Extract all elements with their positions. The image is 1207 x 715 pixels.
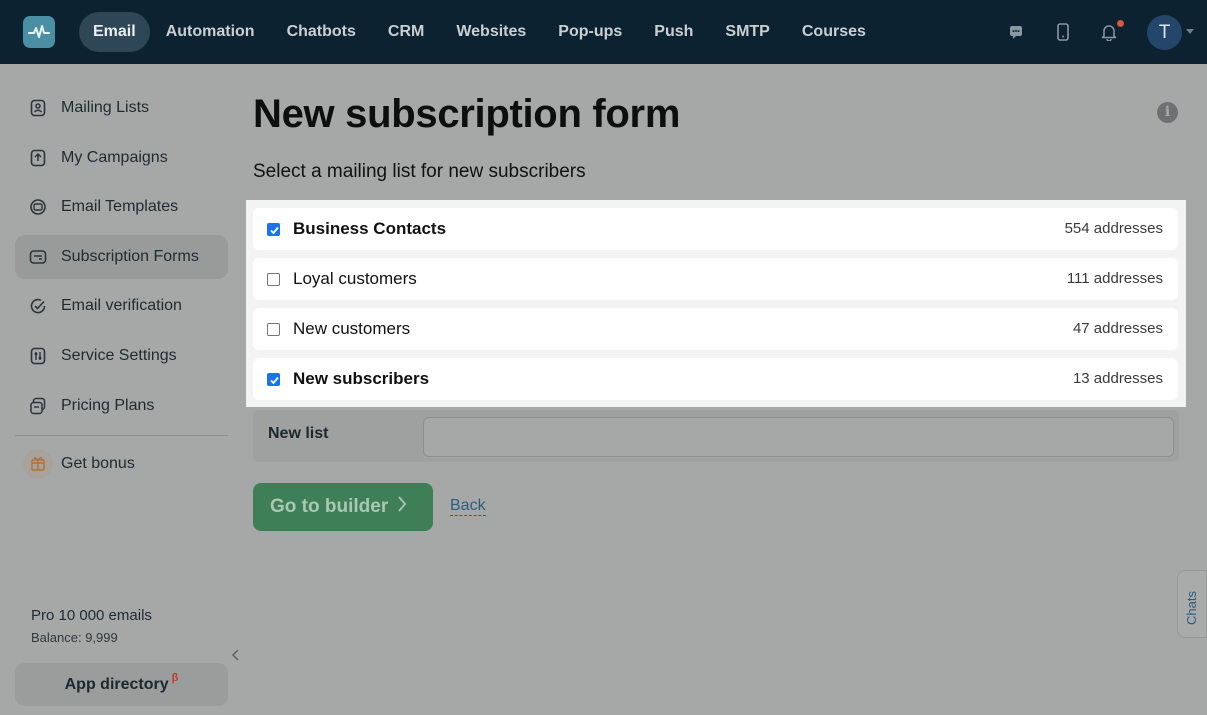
sidebar-item-email-verification[interactable]: Email verification: [15, 284, 228, 328]
gift-icon: [23, 449, 53, 479]
nav-automation[interactable]: Automation: [150, 12, 271, 52]
mailing-list-checkbox[interactable]: [267, 323, 280, 336]
sidebar-item-label: Email Templates: [61, 198, 179, 215]
mailing-list-name: New customers: [293, 319, 411, 338]
sidebar-item-label: Subscription Forms: [61, 248, 199, 265]
campaign-icon: [30, 149, 46, 167]
template-icon: [30, 199, 46, 215]
page-title: New subscription form: [253, 92, 681, 136]
beta-badge: β: [171, 672, 179, 684]
mailing-list-name: Loyal customers: [293, 269, 417, 288]
new-list-label: New list: [268, 425, 329, 442]
sidebar-item-label: Service Settings: [61, 347, 177, 364]
nav-courses[interactable]: Courses: [786, 12, 882, 52]
mailing-list-checkbox[interactable]: [267, 273, 280, 286]
sidebar-item-mailing-lists[interactable]: Mailing Lists: [15, 86, 228, 130]
info-icon[interactable]: i: [1157, 102, 1178, 123]
new-list-input[interactable]: [423, 417, 1174, 457]
app-directory-label: App directory: [64, 676, 169, 693]
sidebar-item-label: Get bonus: [61, 455, 135, 472]
mailing-list-count: 47 addresses: [1072, 320, 1163, 337]
main-nav: Email Automation Chatbots CRM Websites P…: [79, 12, 882, 52]
sidebar-divider: [15, 435, 228, 436]
notification-bell-icon[interactable]: [1099, 22, 1119, 42]
nav-chatbots[interactable]: Chatbots: [271, 12, 372, 52]
back-link[interactable]: Back: [450, 497, 486, 516]
collapse-sidebar-icon[interactable]: [231, 648, 241, 667]
mobile-phone-icon[interactable]: [1053, 22, 1073, 42]
mailing-list-row[interactable]: Business Contacts 554 addresses: [253, 208, 1178, 250]
mailing-list-count: 111 addresses: [1066, 270, 1163, 287]
pricing-icon: [30, 397, 46, 415]
nav-smtp[interactable]: SMTP: [709, 12, 785, 52]
mailing-list-selector: Business Contacts 554 addresses Loyal cu…: [246, 200, 1186, 407]
sidebar-item-label: Email verification: [61, 297, 182, 314]
sidebar-item-subscription-forms[interactable]: Subscription Forms: [15, 235, 228, 279]
go-to-builder-label: Go to builder: [270, 496, 389, 517]
go-to-builder-button[interactable]: Go to builder: [253, 483, 433, 531]
sidebar-item-label: My Campaigns: [61, 149, 168, 166]
nav-websites[interactable]: Websites: [440, 12, 542, 52]
verify-icon: [30, 298, 46, 314]
sidebar-item-label: Mailing Lists: [61, 99, 150, 116]
sidebar-item-email-templates[interactable]: Email Templates: [15, 185, 228, 229]
nav-popups[interactable]: Pop-ups: [542, 12, 638, 52]
form-icon: [29, 250, 47, 264]
mailing-list-row[interactable]: New customers 47 addresses: [253, 308, 1178, 350]
sidebar-item-get-bonus[interactable]: Get bonus: [15, 442, 228, 486]
new-list-row: New list: [253, 410, 1179, 462]
contacts-icon: [30, 99, 46, 117]
sidebar-item-my-campaigns[interactable]: My Campaigns: [15, 136, 228, 180]
mailing-list-count: 554 addresses: [1064, 220, 1163, 237]
chevron-down-icon[interactable]: [1186, 29, 1194, 34]
chevron-right-icon: [397, 495, 407, 519]
chat-bubble-icon[interactable]: [1006, 22, 1026, 42]
top-navigation-bar: Email Automation Chatbots CRM Websites P…: [0, 0, 1207, 64]
chats-tab-label: Chats: [1184, 591, 1199, 625]
sidebar-item-label: Pricing Plans: [61, 397, 155, 414]
mailing-list-row[interactable]: Loyal customers 111 addresses: [253, 258, 1178, 300]
mailing-list-row[interactable]: New subscribers 13 addresses: [253, 358, 1178, 400]
page-subtitle: Select a mailing list for new subscriber…: [253, 161, 586, 182]
nav-email[interactable]: Email: [79, 12, 150, 52]
sidebar: Mailing Lists My Campaigns Email Templat…: [0, 64, 240, 715]
mailing-list-name: Business Contacts: [293, 219, 447, 238]
sidebar-item-pricing-plans[interactable]: Pricing Plans: [15, 384, 228, 428]
user-avatar[interactable]: T: [1147, 15, 1182, 50]
mailing-list-checkbox[interactable]: [267, 223, 280, 236]
plan-balance: Balance: 9,999: [31, 630, 118, 645]
sidebar-item-service-settings[interactable]: Service Settings: [15, 334, 228, 378]
notification-badge: [1117, 20, 1124, 27]
app-directory-button[interactable]: App directory β: [15, 663, 228, 706]
settings-icon: [30, 347, 46, 365]
mailing-list-checkbox[interactable]: [267, 373, 280, 386]
nav-push[interactable]: Push: [638, 12, 709, 52]
app-logo-icon[interactable]: [23, 16, 55, 48]
chats-tab[interactable]: Chats: [1177, 570, 1207, 638]
mailing-list-count: 13 addresses: [1072, 370, 1163, 387]
plan-name: Pro 10 000 emails: [31, 607, 152, 624]
nav-crm[interactable]: CRM: [372, 12, 440, 52]
mailing-list-name: New subscribers: [293, 369, 430, 388]
